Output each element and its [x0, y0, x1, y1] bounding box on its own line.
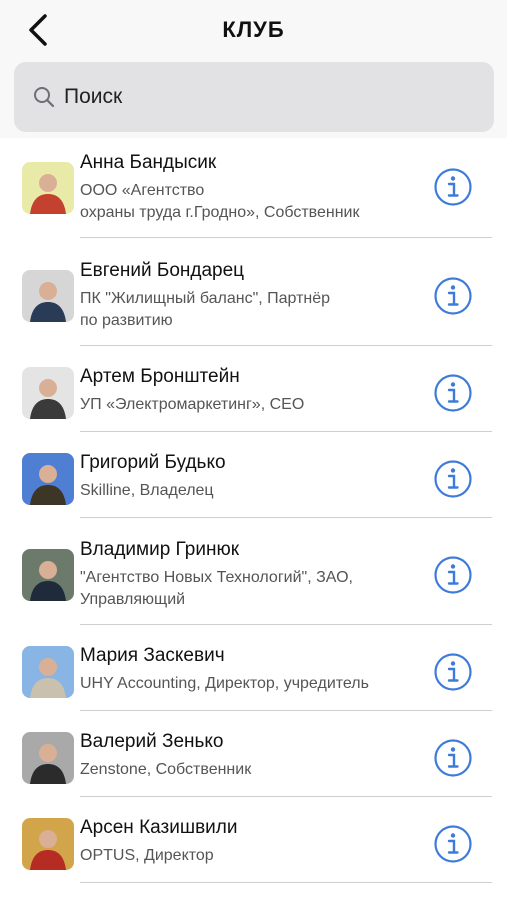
list-item[interactable]: Мария Заскевич UHY Accounting, Директор,…	[0, 626, 507, 712]
member-name: Арсен Казишвили	[80, 817, 238, 838]
page-title: КЛУБ	[222, 17, 285, 42]
divider	[80, 710, 492, 711]
member-name: Владимир Гринюк	[80, 539, 240, 560]
divider	[80, 882, 492, 883]
member-subtitle: УП «Электромаркетинг», CEO	[80, 396, 305, 413]
divider	[80, 237, 492, 238]
info-icon[interactable]	[433, 167, 473, 207]
member-subtitle: UHY Accounting, Директор, учредитель	[80, 675, 369, 692]
avatar	[22, 270, 74, 322]
member-subtitle: "Агентство Новых Технологий", ЗАО, Управ…	[80, 569, 353, 608]
divider	[80, 517, 492, 518]
list-item[interactable]: Арсен Казишвили OPTUS, Директор	[0, 798, 507, 884]
member-subtitle: OPTUS, Директор	[80, 847, 214, 864]
search-input[interactable]	[62, 84, 466, 110]
list-item[interactable]: Григорий Будько Skilline, Владелец	[0, 433, 507, 519]
divider	[80, 624, 492, 625]
info-icon[interactable]	[433, 652, 473, 692]
member-name: Евгений Бондарец	[80, 260, 245, 281]
member-name: Артем Бронштейн	[80, 366, 240, 387]
list-item[interactable]: Артем Бронштейн УП «Электромаркетинг», C…	[0, 347, 507, 433]
member-subtitle: ООО «Агентство охраны труда г.Гродно», С…	[80, 182, 360, 221]
divider	[80, 796, 492, 797]
avatar	[22, 367, 74, 419]
member-subtitle: Zenstone, Собственник	[80, 761, 252, 778]
avatar	[22, 732, 74, 784]
list-item[interactable]: Евгений Бондарец ПК "Жилищный баланс", П…	[0, 240, 507, 347]
member-subtitle: Skilline, Владелец	[80, 482, 214, 499]
member-subtitle: ПК "Жилищный баланс", Партнёр по развити…	[80, 290, 331, 329]
divider	[80, 431, 492, 432]
info-icon[interactable]	[433, 824, 473, 864]
member-name: Валерий Зенько	[80, 731, 224, 752]
list-item[interactable]: Анна Бандысик ООО «Агентство охраны труд…	[0, 140, 507, 240]
list-item[interactable]: Валерий Зенько Zenstone, Собственник	[0, 712, 507, 798]
info-icon[interactable]	[433, 738, 473, 778]
avatar	[22, 646, 74, 698]
search-area	[0, 60, 507, 138]
info-icon[interactable]	[433, 373, 473, 413]
header-bar: КЛУБ	[0, 0, 507, 61]
avatar	[22, 818, 74, 870]
member-name: Мария Заскевич	[80, 645, 225, 666]
avatar	[22, 162, 74, 214]
search-icon	[32, 84, 58, 110]
avatar	[22, 549, 74, 601]
list-item[interactable]: Владимир Гринюк "Агентство Новых Техноло…	[0, 519, 507, 626]
divider	[80, 345, 492, 346]
search-field[interactable]	[14, 62, 494, 132]
avatar	[22, 453, 74, 505]
member-name: Григорий Будько	[80, 452, 226, 473]
member-list: Анна Бандысик ООО «Агентство охраны труд…	[0, 140, 507, 884]
info-icon[interactable]	[433, 276, 473, 316]
member-name: Анна Бандысик	[80, 152, 217, 173]
info-icon[interactable]	[433, 459, 473, 499]
info-icon[interactable]	[433, 555, 473, 595]
